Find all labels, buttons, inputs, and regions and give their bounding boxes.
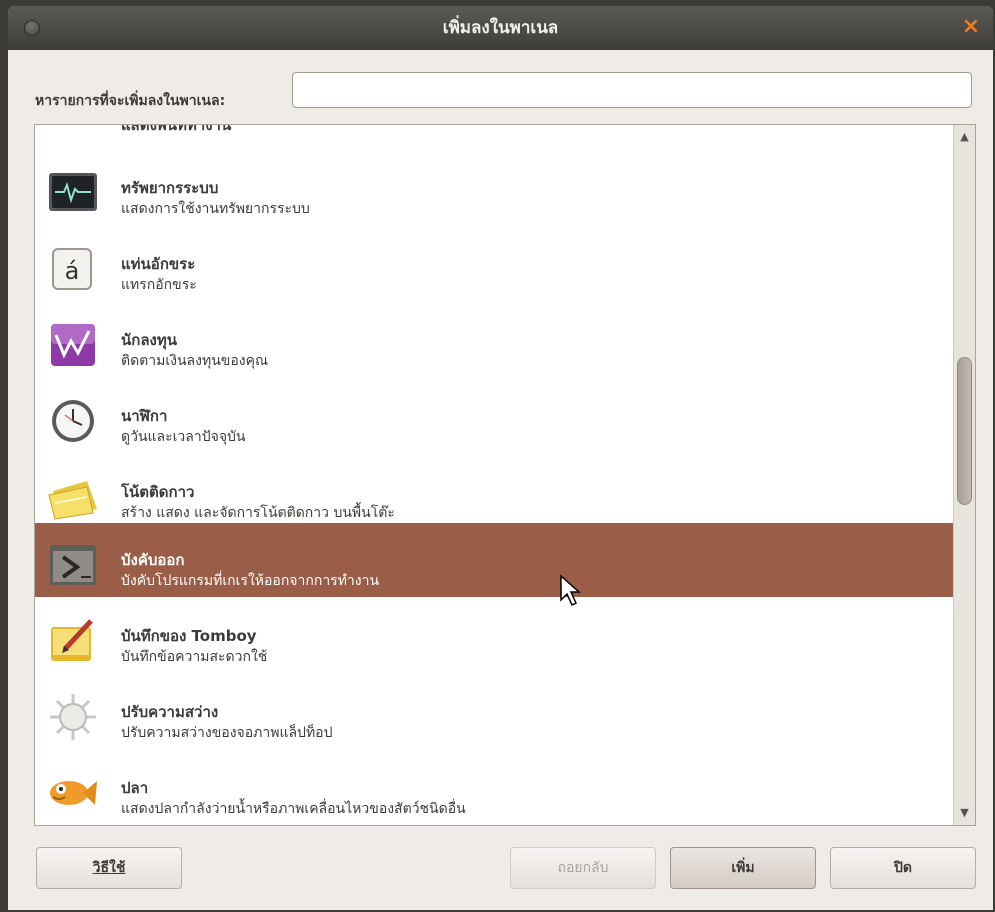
list-item[interactable]: ทรัพยากรระบบ แสดงการใช้งานทรัพยากรระบบ: [35, 151, 953, 227]
character-palette-icon: á: [47, 245, 99, 293]
applet-list[interactable]: แสดงพื้นที่ทำงาน ทรัพยากรระบบ แสดงการใช้…: [35, 125, 953, 825]
list-item-description: แสดงปลากำลังว่ายน้ำหรือภาพเคลื่อนไหวของส…: [121, 801, 466, 817]
mouse-pointer-icon: [560, 574, 581, 607]
list-item-description: ดูวันและเวลาปัจจุบัน: [121, 429, 246, 445]
list-item-name: บันทึกของ Tomboy: [121, 627, 257, 645]
add-button[interactable]: เพิ่ม: [670, 847, 816, 889]
window-title: เพิ่มลงในพาเนล: [442, 18, 559, 38]
list-item[interactable]: นาฬิกา ดูวันและเวลาปัจจุบัน: [35, 379, 953, 455]
list-item-description: แทรกอักขระ: [121, 277, 197, 293]
list-item-description: บันทึกข้อความสะดวกใช้: [121, 649, 268, 665]
sticky-notes-icon: [47, 473, 99, 521]
list-item-name: ทรัพยากรระบบ: [121, 179, 219, 197]
brightness-icon: [47, 693, 99, 741]
list-item-name: นาฬิกา: [121, 407, 168, 425]
list-item[interactable]: ปลา แสดงปลากำลังว่ายน้ำหรือภาพเคลื่อนไหว…: [35, 751, 953, 825]
list-item-description: ปรับความสว่างของจอภาพแล็ปท็อป: [121, 725, 333, 741]
list-item[interactable]: ปรับความสว่าง ปรับความสว่างของจอภาพแล็ปท…: [35, 675, 953, 751]
list-item[interactable]: นักลงทุน ติดตามเงินลงทุนของคุณ: [35, 303, 953, 379]
list-item-name: นักลงทุน: [121, 331, 177, 349]
list-item[interactable]: โน้ตติดกาว สร้าง แสดง และจัดการโน้ตติดกา…: [35, 455, 953, 531]
list-scrollbar[interactable]: ▲ ▼: [953, 125, 975, 825]
applet-list-frame: แสดงพื้นที่ทำงาน ทรัพยากรระบบ แสดงการใช้…: [34, 124, 976, 826]
list-item-name: บังคับออก: [121, 551, 185, 569]
list-item-description: แสดงการใช้งานทรัพยากรระบบ: [121, 201, 310, 217]
search-label: หารายการที่จะเพิ่มลงในพาเนล:: [35, 93, 226, 109]
revert-button[interactable]: ถอยกลับ: [510, 847, 656, 889]
system-monitor-icon: [47, 169, 99, 217]
list-item-description: บังคับโปรแกรมที่เกเรให้ออกจากการทำงาน: [121, 573, 380, 589]
list-item-description: สร้าง แสดง และจัดการโน้ตติดกาว บนพื้นโต๊…: [121, 505, 395, 521]
list-item[interactable]: á แท่นอักขระ แทรกอักขระ: [35, 227, 953, 303]
list-item-description: ติดตามเงินลงทุนของคุณ: [121, 353, 268, 369]
list-item-selected[interactable]: บังคับออก บังคับโปรแกรมที่เกเรให้ออกจากก…: [35, 523, 953, 597]
svg-text:á: á: [65, 257, 80, 285]
list-item-name: ปลา: [121, 779, 149, 797]
list-item[interactable]: บันทึกของ Tomboy บันทึกข้อความสะดวกใช้: [35, 599, 953, 675]
add-to-panel-dialog: เพิ่มลงในพาเนล × หารายการที่จะเพิ่มลงในพ…: [8, 6, 993, 910]
list-item-name: โน้ตติดกาว: [121, 483, 195, 501]
investor-chart-icon: [47, 321, 99, 369]
scroll-down-arrow-icon[interactable]: ▼: [954, 803, 975, 823]
force-quit-icon: [47, 541, 99, 589]
close-icon[interactable]: ×: [959, 15, 983, 39]
search-input[interactable]: [292, 72, 972, 108]
scrollbar-thumb[interactable]: [957, 357, 972, 505]
help-button[interactable]: วิธีใช้: [36, 847, 182, 889]
list-item-name: แท่นอักขระ: [121, 255, 196, 273]
fish-icon: [47, 769, 99, 817]
clock-icon: [47, 397, 99, 445]
list-item-name: แสดงพื้นที่ทำงาน: [121, 125, 232, 134]
title-bar[interactable]: เพิ่มลงในพาเนล ×: [8, 6, 993, 50]
list-item-name: ปรับความสว่าง: [121, 703, 219, 721]
close-button[interactable]: ปิด: [830, 847, 976, 889]
list-item[interactable]: แสดงพื้นที่ทำงาน: [35, 125, 953, 151]
tomboy-notes-icon: [47, 617, 99, 665]
scroll-up-arrow-icon[interactable]: ▲: [954, 127, 975, 147]
